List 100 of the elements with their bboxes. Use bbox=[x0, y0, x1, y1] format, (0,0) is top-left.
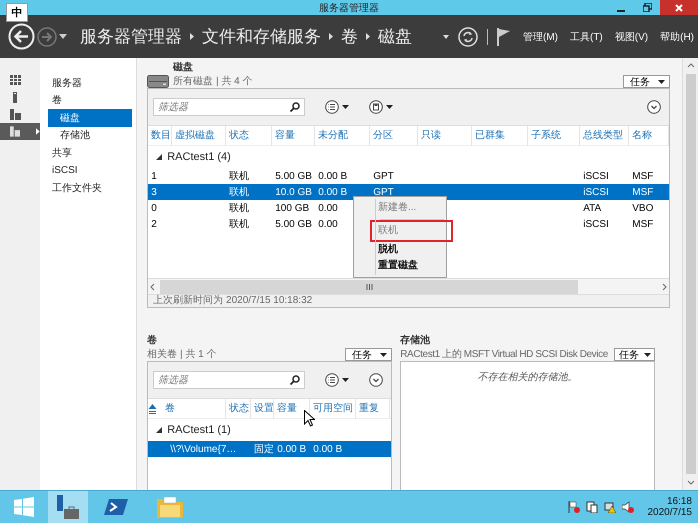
column-header[interactable]: 总线类型 bbox=[580, 126, 630, 146]
group-label: RACtest1 (1) bbox=[167, 424, 231, 436]
table-row[interactable]: 3 联机 10.0 GB 0.00 B GPT iSCSI MSF bbox=[148, 184, 670, 200]
column-header[interactable]: 已群集 bbox=[472, 126, 528, 146]
table-cell-text: 0.00 bbox=[317, 218, 339, 230]
sidebar-item[interactable]: 存储池 bbox=[48, 126, 132, 144]
nav-icon-row[interactable] bbox=[0, 123, 40, 140]
storage-icon bbox=[10, 126, 20, 137]
table-cell-text: 1 bbox=[150, 170, 158, 182]
table-cell-text: iSCSI bbox=[582, 218, 610, 230]
breadcrumb-item[interactable]: 卷 bbox=[341, 25, 358, 48]
menu-item[interactable]: 视图(V) bbox=[614, 30, 648, 44]
table-cell-text: 100 GB bbox=[274, 202, 310, 214]
sort-icon[interactable] bbox=[148, 404, 158, 414]
column-header[interactable]: 只读 bbox=[418, 126, 472, 146]
folder-icon bbox=[157, 496, 183, 518]
menu-item[interactable]: 脱机 bbox=[378, 242, 446, 258]
breadcrumb-item[interactable]: 服务器管理器 bbox=[80, 25, 182, 48]
collapse-icon[interactable] bbox=[156, 427, 162, 433]
filter-field[interactable]: 筛选器 bbox=[153, 371, 306, 389]
search-icon bbox=[290, 102, 300, 112]
flag-warning-icon[interactable] bbox=[568, 501, 580, 513]
sidebar-item[interactable]: 工作文件夹 bbox=[48, 179, 132, 196]
column-header[interactable]: 虚拟磁盘 bbox=[172, 126, 226, 146]
flag-icon[interactable] bbox=[496, 28, 511, 46]
network-alert-icon[interactable] bbox=[604, 501, 616, 513]
table-cell-text: MSF bbox=[631, 170, 654, 182]
caret-icon[interactable] bbox=[342, 105, 350, 109]
taskbar-button[interactable] bbox=[48, 491, 88, 523]
panel-title: 卷 bbox=[147, 334, 158, 347]
column-header[interactable]: 数目 bbox=[148, 126, 172, 146]
save-icon[interactable] bbox=[369, 100, 384, 114]
table-cell-text: iSCSI bbox=[582, 170, 610, 182]
table-cell-text: 3 bbox=[150, 186, 158, 198]
restore-icon bbox=[642, 3, 652, 12]
menu-item[interactable]: 帮助(H) bbox=[660, 30, 694, 44]
sidebar-item[interactable]: 共享 bbox=[48, 144, 132, 162]
expand-icon[interactable] bbox=[369, 373, 384, 387]
panel-subtitle: RACtest1 上的 MSFT Virtual HD SCSI Disk Device bbox=[400, 348, 609, 361]
collapse-icon[interactable] bbox=[156, 154, 162, 160]
column-header[interactable]: 卷 bbox=[162, 399, 226, 419]
caret-icon[interactable] bbox=[342, 378, 350, 382]
table-cell-text: ATA bbox=[582, 202, 602, 214]
table-cell-text: 0.00 B bbox=[276, 444, 308, 454]
caret-icon[interactable] bbox=[386, 105, 394, 109]
column-header[interactable]: 状态 bbox=[226, 126, 272, 146]
menu-item[interactable]: 工具(T) bbox=[570, 30, 603, 44]
table-cell-text: 联机 bbox=[228, 202, 250, 215]
minimize-icon bbox=[617, 10, 625, 12]
vertical-scrollbar[interactable] bbox=[682, 58, 698, 490]
table-cell-text: 0.00 B bbox=[317, 186, 348, 198]
back-icon[interactable] bbox=[8, 23, 35, 50]
list-view-icon[interactable] bbox=[325, 373, 340, 387]
sidebar-item[interactable]: 磁盘 bbox=[48, 109, 132, 126]
column-header[interactable]: 容量 bbox=[272, 126, 316, 146]
sidebar-item[interactable]: 服务器 bbox=[48, 74, 132, 92]
caret-icon bbox=[658, 80, 666, 84]
column-header[interactable]: 状态 bbox=[226, 399, 252, 419]
close-icon bbox=[675, 4, 683, 12]
column-header[interactable]: 名称 bbox=[629, 126, 670, 146]
table-cell-text: 10.0 GB bbox=[274, 186, 313, 198]
filter-field[interactable]: 筛选器 bbox=[153, 98, 306, 116]
breadcrumb-item[interactable]: 文件和存储服务 bbox=[202, 25, 321, 48]
caret-icon[interactable] bbox=[442, 34, 449, 38]
refresh-status: 上次刷新时间为 2020/7/15 10:18:32 bbox=[148, 294, 670, 307]
panel-subtitle: 相关卷 | 共 1 个 bbox=[147, 348, 218, 361]
clock-date[interactable]: 2020/7/15 bbox=[648, 507, 692, 518]
network-icon[interactable] bbox=[586, 501, 598, 513]
tasks-dropdown[interactable]: 任务 bbox=[345, 348, 392, 361]
horizontal-scrollbar[interactable] bbox=[148, 278, 670, 294]
column-header[interactable]: 子系统 bbox=[528, 126, 580, 146]
menu-item[interactable]: 管理(M) bbox=[522, 30, 558, 44]
table-cell-text: VBO bbox=[631, 202, 654, 214]
column-header[interactable]: 分区 bbox=[370, 126, 418, 146]
powershell-icon bbox=[104, 497, 128, 517]
chevron-icon bbox=[366, 33, 370, 40]
expand-icon[interactable] bbox=[647, 100, 662, 114]
breadcrumb-item[interactable]: 磁盘 bbox=[378, 25, 412, 48]
tasks-dropdown[interactable]: 任务 bbox=[614, 348, 656, 361]
caret-icon[interactable] bbox=[59, 34, 67, 39]
windows-logo-icon bbox=[14, 497, 34, 517]
sidebar-item[interactable]: 卷 bbox=[48, 92, 132, 109]
list-view-icon[interactable] bbox=[325, 100, 340, 114]
table-cell-text: 固定 bbox=[253, 442, 274, 456]
column-header[interactable]: 未分配 bbox=[315, 126, 370, 146]
table-row[interactable]: \\?\Volume{7… 固定 0.00 B 0.00 B bbox=[148, 441, 392, 457]
mouse-cursor-icon bbox=[304, 410, 315, 427]
speaker-muted-icon[interactable] bbox=[622, 501, 634, 513]
clock-time[interactable]: 16:18 bbox=[666, 496, 692, 507]
column-header[interactable]: 重复 bbox=[356, 399, 390, 419]
sidebar-item[interactable]: iSCSI bbox=[48, 162, 132, 179]
empty-message: 不存在相关的存储池。 bbox=[476, 370, 579, 385]
menu-item[interactable]: 重置磁盘 bbox=[378, 258, 446, 274]
refresh-icon[interactable] bbox=[458, 26, 478, 46]
panel-subtitle: 所有磁盘 | 共 4 个 bbox=[173, 74, 254, 88]
close-button[interactable] bbox=[660, 0, 698, 15]
input-method-indicator[interactable]: 中 bbox=[6, 3, 28, 22]
tasks-dropdown[interactable]: 任务 bbox=[623, 75, 670, 88]
table-cell-text: MSF bbox=[631, 218, 654, 230]
table-cell-text: 联机 bbox=[228, 218, 250, 231]
